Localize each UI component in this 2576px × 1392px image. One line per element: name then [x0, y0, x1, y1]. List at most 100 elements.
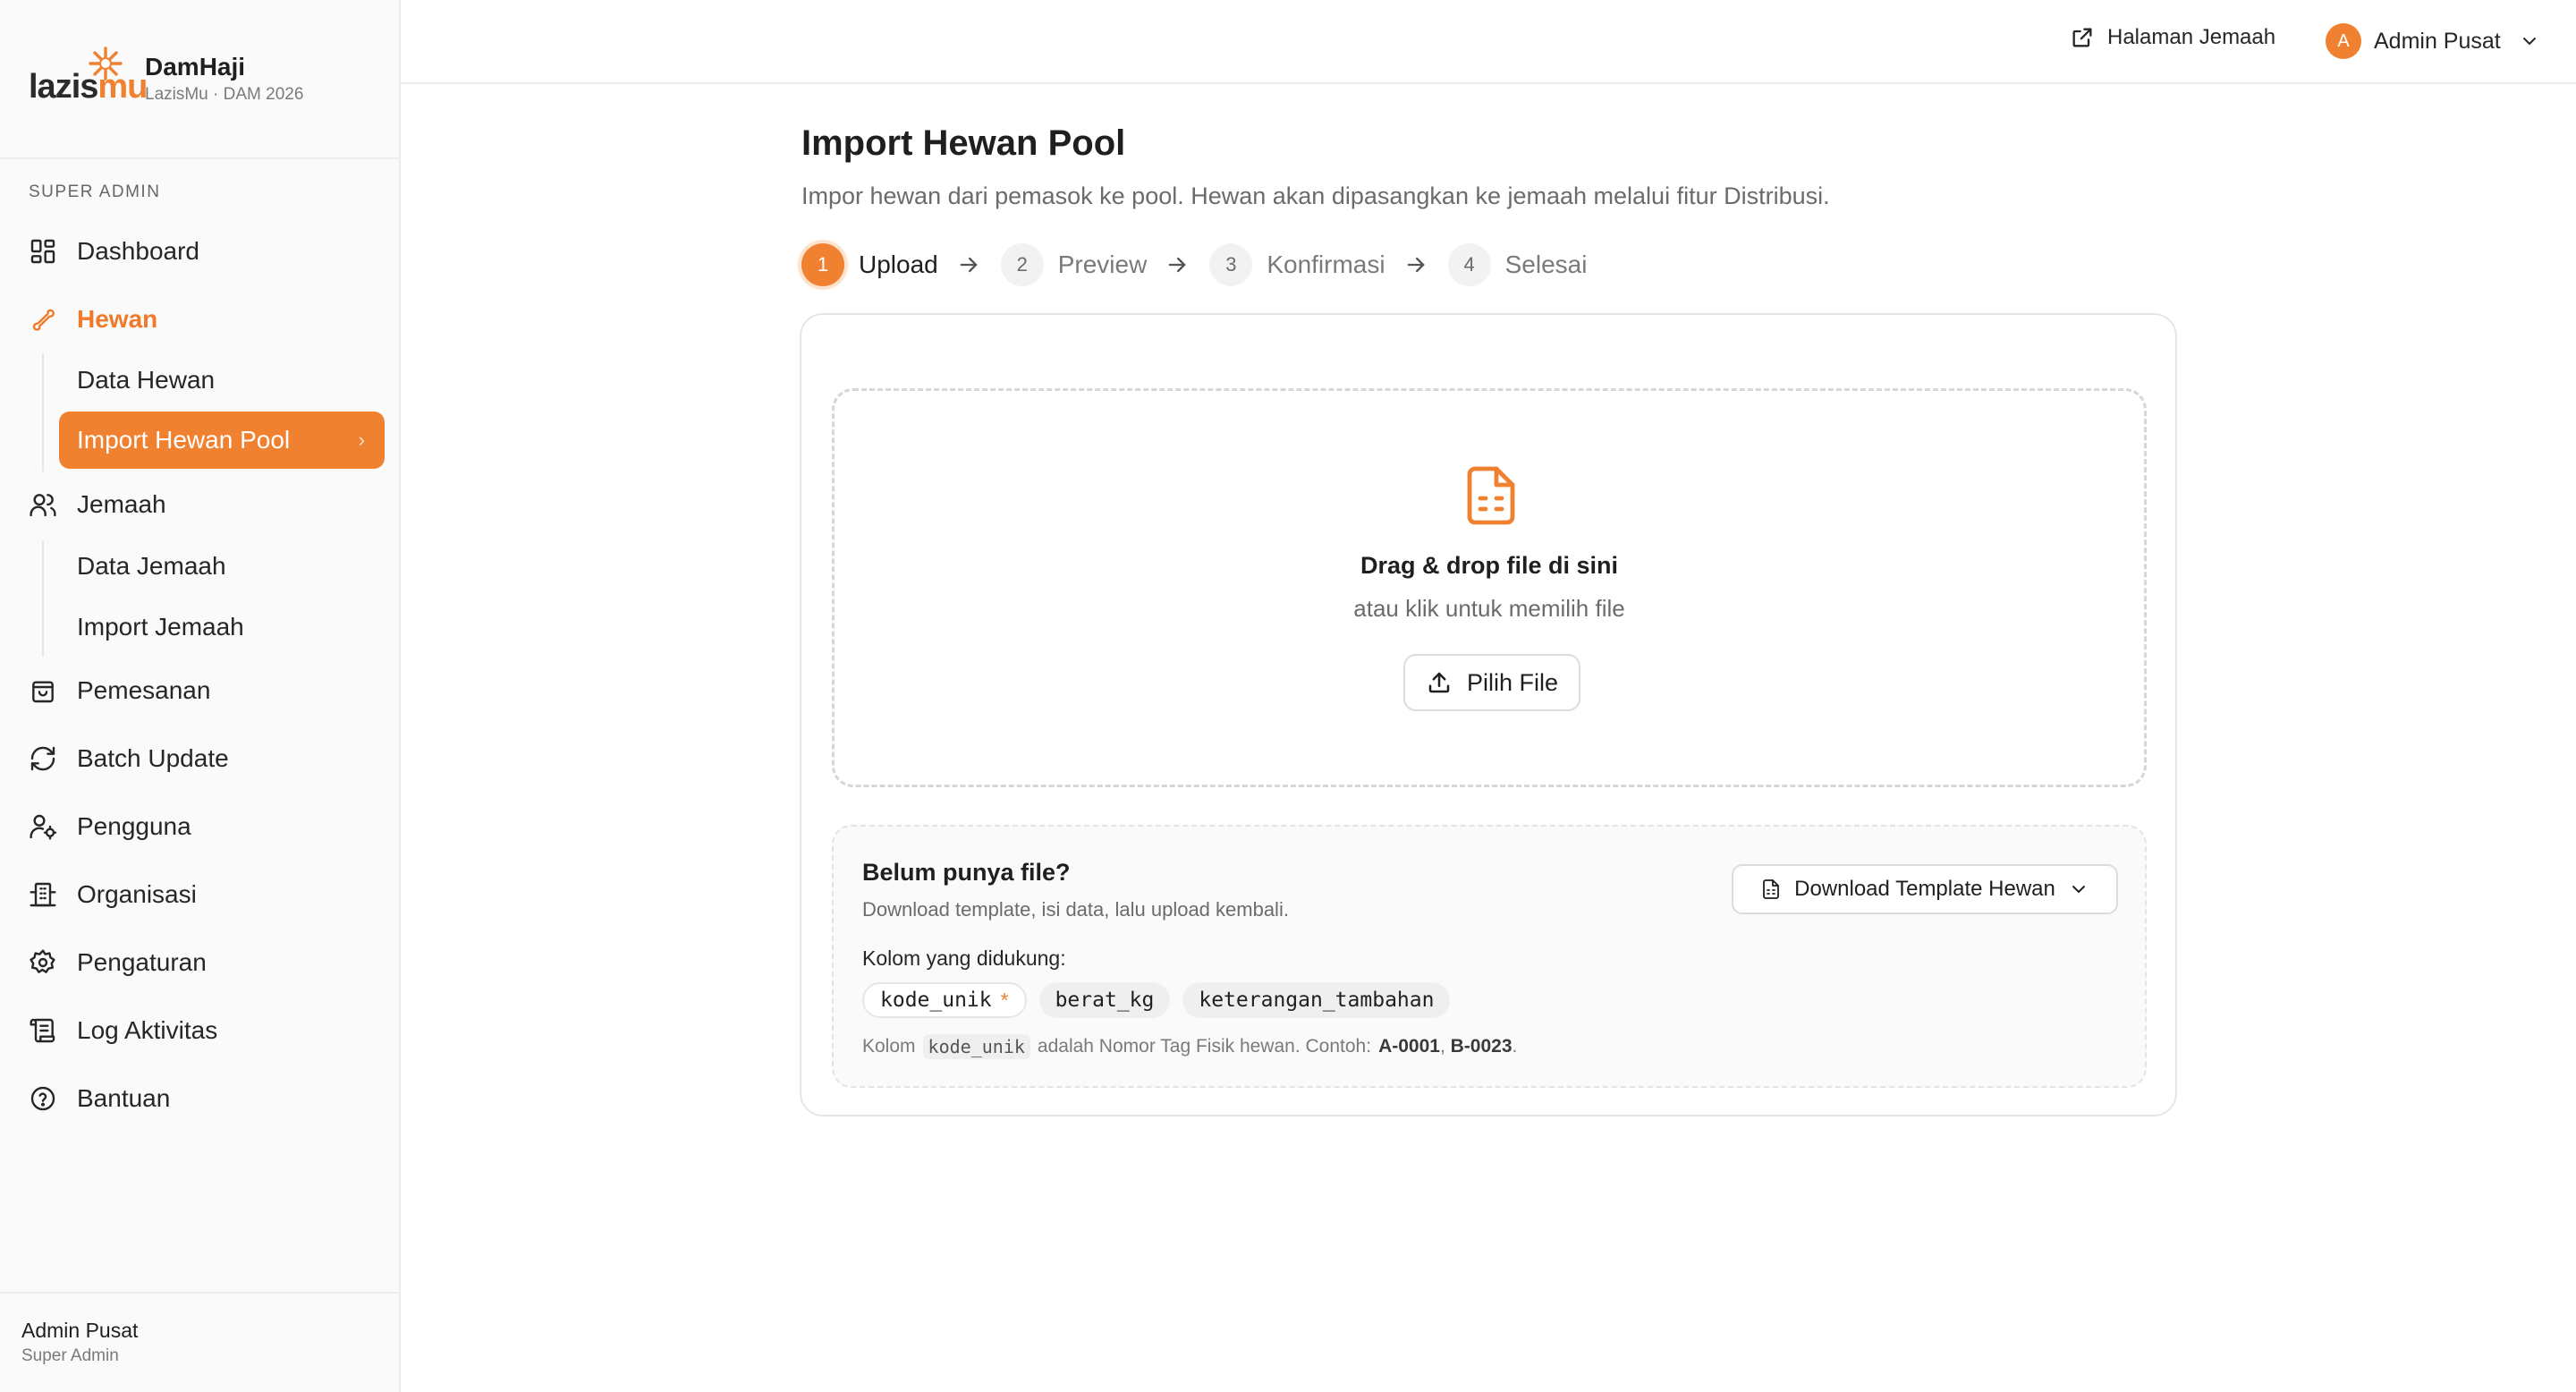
upload-card: Drag & drop file di sini atau klik untuk…	[800, 313, 2177, 1116]
brand-name: DamHaji	[145, 53, 246, 81]
step-upload: 1 Upload	[801, 243, 938, 286]
step-label: Preview	[1057, 250, 1148, 278]
note-text: adalah Nomor Tag Fisik hewan. Contoh:	[1037, 1036, 1372, 1057]
import-stepper: 1 Upload 2 Preview 3 Konfirmasi 4 Selesa…	[801, 242, 1587, 288]
sidebar-item-log-aktivitas[interactable]: Log Aktivitas	[29, 1006, 217, 1056]
external-link-icon	[2072, 28, 2092, 47]
note-text: Kolom	[862, 1036, 916, 1057]
submenu-rail	[42, 353, 44, 471]
submenu-rail	[42, 540, 44, 657]
sidebar-item-label: Dashboard	[77, 237, 199, 265]
halaman-jemaah-label: Halaman Jemaah	[2107, 25, 2276, 49]
gear-icon	[30, 949, 55, 973]
sidebar-item-dashboard[interactable]: Dashboard	[29, 226, 199, 276]
sidebar-item-batch-update[interactable]: Batch Update	[29, 734, 229, 784]
sidebar-subitem-import-jemaah[interactable]: Import Jemaah	[77, 606, 244, 649]
dropzone-title: Drag & drop file di sini	[1360, 552, 1619, 579]
step-number: 2	[1000, 243, 1044, 286]
column-note: Kolom kode_unik adalah Nomor Tag Fisik h…	[862, 1034, 1517, 1059]
user-menu-name: Admin Pusat	[2374, 28, 2501, 54]
bone-icon	[32, 309, 55, 331]
shopping-bag-icon	[32, 681, 54, 703]
note-example: B-0023	[1450, 1036, 1513, 1057]
user-menu[interactable]: A Admin Pusat	[2326, 23, 2540, 59]
sidebar-user-footer[interactable]: Admin Pusat Super Admin	[0, 1292, 399, 1392]
arrow-right-icon	[1407, 257, 1425, 273]
download-template-button[interactable]: Download Template Hewan	[1732, 864, 2118, 914]
sidebar-item-label: Batch Update	[77, 744, 229, 772]
sidebar-item-label: Bantuan	[77, 1084, 171, 1112]
supported-columns-label: Kolom yang didukung:	[862, 946, 1066, 970]
step-preview: 2 Preview	[1000, 243, 1148, 286]
chevron-down-icon	[2522, 38, 2536, 46]
sidebar-item-jemaah[interactable]: Jemaah	[29, 480, 166, 530]
scroll-icon	[30, 1018, 55, 1043]
chip-label: keterangan_tambahan	[1199, 989, 1435, 1012]
sidebar-subitem-data-hewan[interactable]: Data Hewan	[77, 359, 215, 402]
note-code: kode_unik	[922, 1034, 1030, 1059]
logo-wordmark: lazismu	[29, 68, 148, 106]
sidebar-subitem-label: Import Hewan Pool	[77, 426, 291, 454]
chip-label: berat_kg	[1055, 989, 1155, 1012]
step-konfirmasi: 3 Konfirmasi	[1209, 243, 1385, 286]
sidebar-item-label: Pemesanan	[77, 676, 211, 704]
topbar: Halaman Jemaah A Admin Pusat	[401, 0, 2576, 84]
page-title: Import Hewan Pool	[801, 123, 1126, 163]
note-example: A-0001	[1378, 1036, 1440, 1057]
step-label: Upload	[859, 250, 938, 278]
arrow-right-icon	[1168, 257, 1187, 273]
step-label: Selesai	[1504, 250, 1588, 278]
column-chip-kode-unik: kode_unik *	[862, 982, 1027, 1018]
template-subtitle: Download template, isi data, lalu upload…	[862, 898, 1289, 921]
step-label: Konfirmasi	[1267, 250, 1385, 278]
file-dropzone[interactable]: Drag & drop file di sini atau klik untuk…	[832, 388, 2147, 787]
column-chip-berat-kg: berat_kg	[1038, 982, 1171, 1018]
user-cog-icon	[30, 814, 57, 840]
users-icon	[30, 494, 56, 517]
upload-icon	[1428, 672, 1450, 693]
file-text-icon	[1763, 879, 1780, 899]
step-number: 3	[1209, 243, 1253, 286]
sidebar-item-pengaturan[interactable]: Pengaturan	[29, 938, 207, 988]
sidebar-item-label: Log Aktivitas	[77, 1016, 218, 1044]
pilih-file-button[interactable]: Pilih File	[1403, 654, 1580, 711]
brand-header[interactable]: lazismu DamHaji LazisMu · DAM 2026	[0, 0, 399, 159]
footer-user-role: Super Admin	[21, 1346, 119, 1365]
sidebar-item-organisasi[interactable]: Organisasi	[29, 870, 197, 920]
dropzone-subtitle: atau klik untuk memilih file	[1353, 595, 1625, 622]
sidebar-item-label: Pengguna	[77, 812, 191, 840]
halaman-jemaah-link[interactable]: Halaman Jemaah	[2070, 25, 2275, 50]
sidebar-item-pengguna[interactable]: Pengguna	[29, 802, 191, 852]
brand-subtitle: LazisMu · DAM 2026	[145, 85, 304, 104]
chevron-right-icon: ›	[358, 429, 365, 451]
sidebar-item-bantuan[interactable]: Bantuan	[29, 1074, 170, 1124]
sidebar-item-label: Pengaturan	[77, 948, 207, 976]
column-chip-keterangan-tambahan: keterangan_tambahan	[1182, 982, 1451, 1018]
required-marker: *	[1000, 988, 1009, 1012]
arrow-right-icon	[960, 257, 978, 273]
note-separator: ,	[1439, 1036, 1445, 1057]
sidebar-subitem-import-hewan-pool[interactable]: Import Hewan Pool ›	[59, 412, 385, 469]
sidebar-item-hewan[interactable]: Hewan	[29, 294, 157, 344]
chip-label: kode_unik	[880, 989, 992, 1012]
note-end: .	[1512, 1036, 1518, 1057]
dashboard-icon	[30, 239, 55, 264]
step-selesai: 4 Selesai	[1447, 243, 1588, 286]
footer-user-name: Admin Pusat	[21, 1319, 139, 1342]
refresh-icon	[30, 746, 55, 771]
column-chips: kode_unik * berat_kg keterangan_tambahan	[862, 982, 1451, 1018]
template-info-box: Belum punya file? Download template, isi…	[832, 825, 2147, 1088]
lazismu-logo: lazismu	[29, 47, 148, 110]
template-title: Belum punya file?	[862, 859, 1071, 886]
sidebar-item-label: Hewan	[77, 305, 158, 333]
building-icon	[30, 882, 56, 907]
sidebar-item-pemesanan[interactable]: Pemesanan	[29, 666, 210, 716]
file-spreadsheet-icon	[1467, 466, 1515, 525]
chevron-down-icon	[2072, 886, 2085, 894]
sidebar-subitem-data-jemaah[interactable]: Data Jemaah	[77, 545, 226, 588]
avatar: A	[2326, 23, 2361, 59]
sidebar-item-label: Organisasi	[77, 880, 197, 908]
pilih-file-label: Pilih File	[1466, 668, 1559, 696]
step-number: 1	[801, 243, 844, 286]
sidebar-item-label: Jemaah	[77, 490, 166, 518]
